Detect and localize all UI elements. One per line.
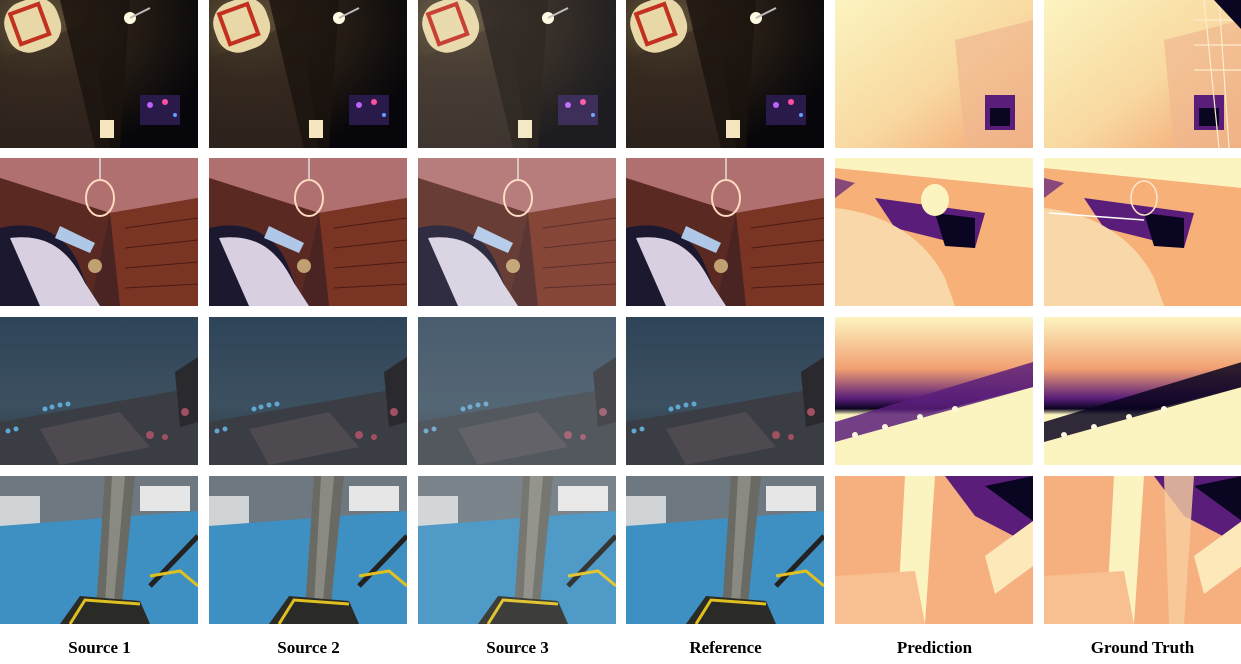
image-row-2-source-1 <box>0 158 198 306</box>
depth-map <box>835 317 1033 465</box>
image-row-4-prediction <box>835 476 1033 624</box>
depth-map <box>835 476 1033 624</box>
image-row-1-prediction <box>835 0 1033 148</box>
image-row-3-source-3 <box>418 317 616 465</box>
image-row-2-source-3 <box>418 158 616 306</box>
rgb-image <box>209 476 407 624</box>
image-row-4-source-2 <box>209 476 407 624</box>
column-label-prediction: Prediction <box>896 638 973 657</box>
image-row-2-source-2 <box>209 158 407 306</box>
rgb-image <box>209 317 407 465</box>
rgb-image <box>626 476 824 624</box>
rgb-image <box>418 317 616 465</box>
rgb-image <box>0 158 198 306</box>
column-label-source-2: Source 2 <box>277 638 340 657</box>
image-row-2-ground-truth <box>1044 158 1241 306</box>
rgb-image <box>0 0 198 148</box>
depth-map <box>835 0 1033 148</box>
depth-map <box>835 158 1033 306</box>
column-label-source-1: Source 1 <box>68 638 131 657</box>
image-row-1-reference <box>626 0 824 148</box>
image-row-3-ground-truth <box>1044 317 1241 465</box>
rgb-image <box>209 0 407 148</box>
image-row-4-reference <box>626 476 824 624</box>
image-row-4-ground-truth <box>1044 476 1241 624</box>
column-label-source-3: Source 3 <box>486 638 549 657</box>
image-row-3-prediction <box>835 317 1033 465</box>
image-row-1-source-2 <box>209 0 407 148</box>
figure: Source 1 Source 2 Source 3 Reference Pre… <box>0 0 1241 664</box>
rgb-image <box>626 0 824 148</box>
column-label-reference: Reference <box>689 638 762 657</box>
depth-map <box>1044 476 1241 624</box>
depth-map <box>1044 0 1241 148</box>
rgb-image <box>0 476 198 624</box>
rgb-image <box>0 317 198 465</box>
depth-map <box>1044 158 1241 306</box>
rgb-image <box>418 476 616 624</box>
image-row-3-reference <box>626 317 824 465</box>
image-row-1-ground-truth <box>1044 0 1241 148</box>
image-row-3-source-2 <box>209 317 407 465</box>
rgb-image <box>418 0 616 148</box>
image-row-1-source-1 <box>0 0 198 148</box>
image-row-3-source-1 <box>0 317 198 465</box>
image-row-4-source-3 <box>418 476 616 624</box>
rgb-image <box>626 158 824 306</box>
image-row-4-source-1 <box>0 476 198 624</box>
rgb-image <box>626 317 824 465</box>
depth-map <box>1044 317 1241 465</box>
rgb-image <box>209 158 407 306</box>
rgb-image <box>418 158 616 306</box>
column-label-ground-truth: Ground Truth <box>1090 638 1195 657</box>
image-row-1-source-3 <box>418 0 616 148</box>
image-row-2-reference <box>626 158 824 306</box>
image-row-2-prediction <box>835 158 1033 306</box>
